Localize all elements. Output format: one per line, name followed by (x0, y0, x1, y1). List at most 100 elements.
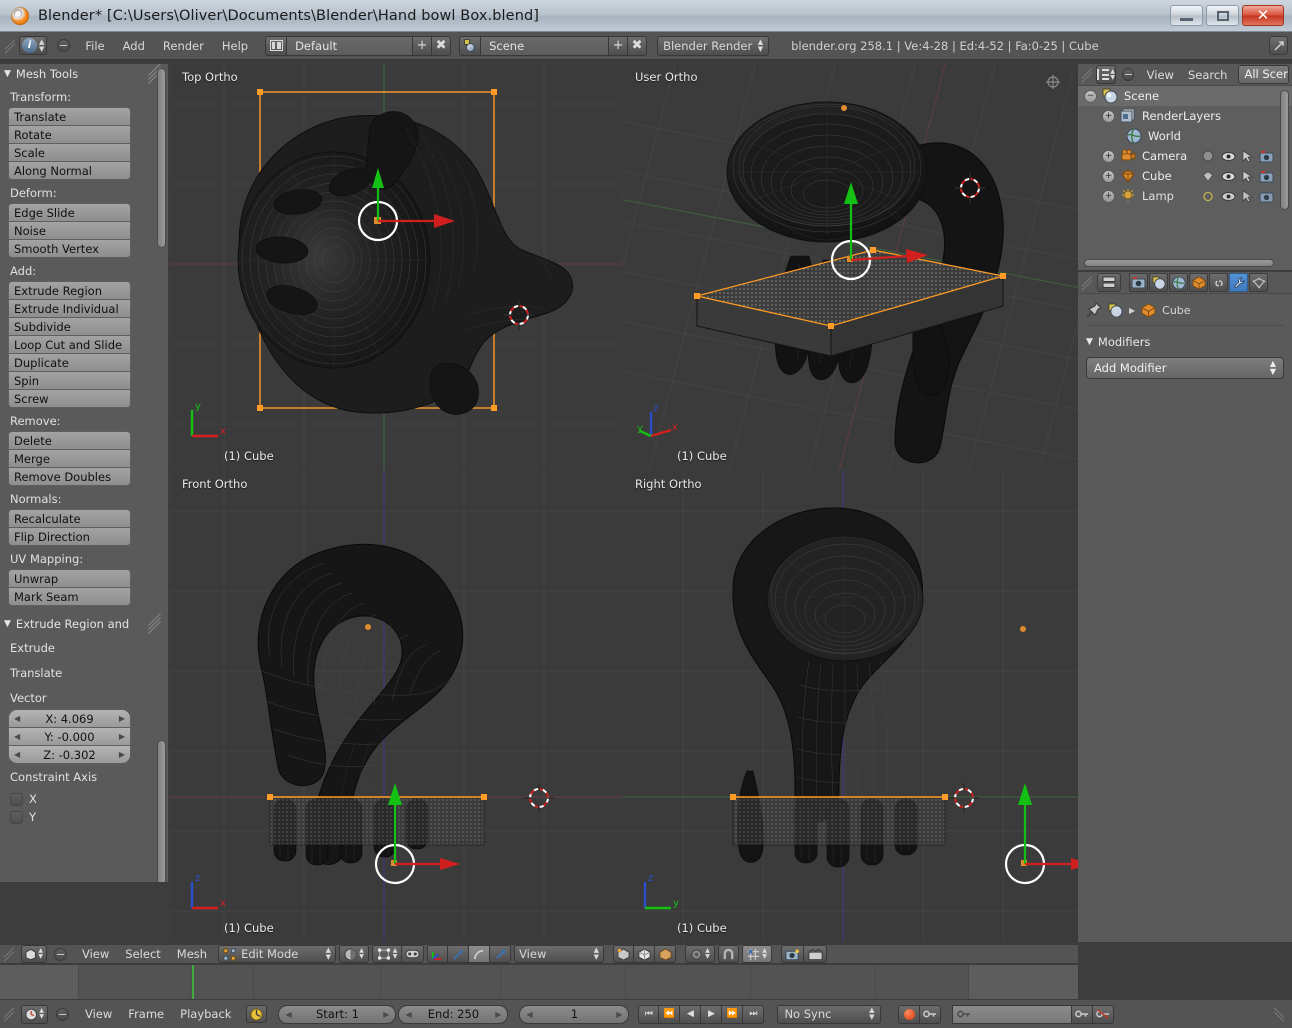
render-preview-icon[interactable] (634, 945, 655, 963)
camera-data-icon[interactable] (1201, 150, 1215, 163)
record-icon[interactable] (898, 1005, 920, 1024)
scene-tab[interactable] (1149, 273, 1168, 292)
jump-start-icon[interactable]: ⏮ (638, 1005, 659, 1024)
remove-doubles-button[interactable]: Remove Doubles (8, 467, 131, 486)
loop-cut-and-slide-button[interactable]: Loop Cut and Slide (8, 335, 131, 354)
data-tab[interactable] (1249, 273, 1268, 292)
next-keyframe-icon[interactable]: ⏩ (722, 1005, 743, 1024)
outliner-row-camera[interactable]: + Camera (1078, 146, 1292, 166)
current-frame-field[interactable]: ◀ 1 ▶ (519, 1005, 629, 1024)
magnet-icon[interactable] (718, 945, 739, 963)
jump-end-icon[interactable]: ⏭ (743, 1005, 764, 1024)
edge-slide-button[interactable]: Edge Slide (8, 203, 131, 222)
limit-selection-icon[interactable] (402, 945, 424, 963)
render-camera-icon[interactable] (1259, 190, 1274, 203)
outliner-display-mode[interactable]: All Scen (1238, 65, 1289, 84)
screw-button[interactable]: Screw (8, 389, 131, 408)
vector-y-field[interactable]: ◀ Y: -0.000 ▶ (8, 727, 131, 746)
key-add-icon[interactable] (1072, 1005, 1093, 1024)
along-normal-button[interactable]: Along Normal (8, 161, 131, 180)
mesh-tools-panel-header[interactable]: ▼ Mesh Tools (0, 64, 168, 84)
collapse-menu-icon[interactable] (57, 39, 70, 52)
vector-z-field[interactable]: ◀ Z: -0.302 ▶ (8, 745, 131, 764)
scene-add-button[interactable]: + (609, 36, 628, 56)
merge-button[interactable]: Merge (8, 449, 131, 468)
view3d-menu-view[interactable]: View (74, 945, 117, 963)
render-camera-icon[interactable] (1259, 170, 1274, 183)
cursor-arrow-icon[interactable] (1242, 170, 1253, 183)
transform-orientation-select[interactable]: View ▲▼ (514, 945, 604, 963)
viewport-shading-select[interactable]: ▲▼ (339, 945, 369, 963)
menu-file[interactable]: File (76, 37, 113, 55)
toolshelf-scrollbar[interactable] (157, 68, 166, 248)
rotate-manipulator-icon[interactable] (469, 945, 490, 963)
recalculate-button[interactable]: Recalculate (8, 509, 131, 528)
outliner-row-world[interactable]: World (1078, 126, 1292, 146)
minimize-button[interactable] (1170, 5, 1203, 26)
collapse-menu-icon[interactable] (54, 948, 67, 961)
transform-manipulator-right[interactable] (623, 471, 1078, 942)
timeline-menu-playback[interactable]: Playback (172, 1005, 239, 1023)
lamp-data-icon[interactable] (1201, 190, 1215, 203)
vector-x-field[interactable]: ◀ X: 4.069 ▶ (8, 709, 131, 728)
viewport-front-ortho[interactable]: z x Front Ortho (1) Cube (170, 471, 622, 942)
outliner-row-renderlayers[interactable]: + RenderLayers (1078, 106, 1292, 126)
transform-manipulator-front[interactable] (170, 471, 622, 942)
expander-icon[interactable]: + (1102, 190, 1115, 203)
collapse-menu-icon[interactable] (56, 1008, 69, 1021)
sync-mode-select[interactable]: No Sync ▲▼ (777, 1005, 881, 1024)
cursor-arrow-icon[interactable] (1242, 190, 1253, 203)
smooth-vertex-button[interactable]: Smooth Vertex (8, 239, 131, 258)
extrude-region-button[interactable]: Extrude Region (8, 281, 131, 300)
view3d-menu-mesh[interactable]: Mesh (169, 945, 215, 963)
toolshelf-scrollbar-lower[interactable] (157, 740, 166, 882)
timeline-editor-icon[interactable]: ▲▼ (21, 1005, 48, 1024)
outliner-vertical-scrollbar[interactable] (1280, 90, 1289, 210)
screen-layout-name[interactable]: Default (287, 36, 413, 56)
render-animation-icon[interactable] (804, 945, 827, 963)
vertex-select-icon[interactable]: ▲▼ (372, 945, 402, 963)
modifiers-tab[interactable] (1229, 273, 1248, 292)
key-remove-icon[interactable] (1093, 1005, 1114, 1024)
unwrap-button[interactable]: Unwrap (8, 569, 131, 588)
prev-keyframe-icon[interactable]: ⏪ (659, 1005, 680, 1024)
outliner-editor-icon[interactable]: ▲▼ (1096, 65, 1116, 84)
scene-name[interactable]: Scene (481, 36, 609, 56)
auto-key-icon[interactable] (920, 1005, 941, 1024)
view3d-editor-icon[interactable]: ▲▼ (21, 945, 47, 963)
eye-icon[interactable] (1221, 190, 1236, 203)
menu-add[interactable]: Add (114, 37, 154, 55)
properties-editor-icon[interactable] (1097, 273, 1121, 292)
duplicate-button[interactable]: Duplicate (8, 353, 131, 372)
snap-increment-icon[interactable]: ▲▼ (742, 945, 772, 963)
proportional-edit-icon[interactable]: ▲▼ (685, 945, 715, 963)
subdivide-button[interactable]: Subdivide (8, 317, 131, 336)
menu-render[interactable]: Render (154, 37, 213, 55)
outliner-menu-search[interactable]: Search (1181, 66, 1235, 84)
play-icon[interactable]: ▶ (701, 1005, 722, 1024)
constraint-y-row[interactable]: Y (0, 806, 168, 824)
outliner-row-cube[interactable]: + Cube (1078, 166, 1292, 186)
local-view-icon[interactable] (613, 945, 634, 963)
maximize-area-icon[interactable] (1269, 36, 1288, 55)
modifiers-panel-header[interactable]: ▼ Modifiers (1086, 333, 1284, 351)
keying-set-field[interactable] (952, 1005, 1072, 1024)
expander-icon[interactable]: + (1102, 150, 1115, 163)
timeline-menu-frame[interactable]: Frame (120, 1005, 172, 1023)
outliner-row-lamp[interactable]: + Lamp (1078, 186, 1292, 206)
screen-layout-icon[interactable] (265, 36, 287, 56)
timeline-menu-view[interactable]: View (77, 1005, 120, 1023)
menu-help[interactable]: Help (213, 37, 257, 55)
manipulator-toggle-icon[interactable] (427, 945, 448, 963)
constraint-x-row[interactable]: X (0, 788, 168, 806)
translate-button[interactable]: Translate (8, 107, 131, 126)
expander-icon[interactable]: + (1102, 110, 1115, 123)
add-modifier-button[interactable]: Add Modifier ▲▼ (1086, 357, 1284, 379)
screen-add-button[interactable]: + (413, 36, 432, 56)
close-button[interactable]: ✕ (1242, 5, 1284, 26)
rotate-button[interactable]: Rotate (8, 125, 131, 144)
outliner-horizontal-scrollbar[interactable] (1084, 259, 1274, 267)
transform-manipulator-top[interactable] (170, 64, 622, 470)
constraints-tab[interactable] (1209, 273, 1228, 292)
render-tab[interactable] (1129, 273, 1148, 292)
